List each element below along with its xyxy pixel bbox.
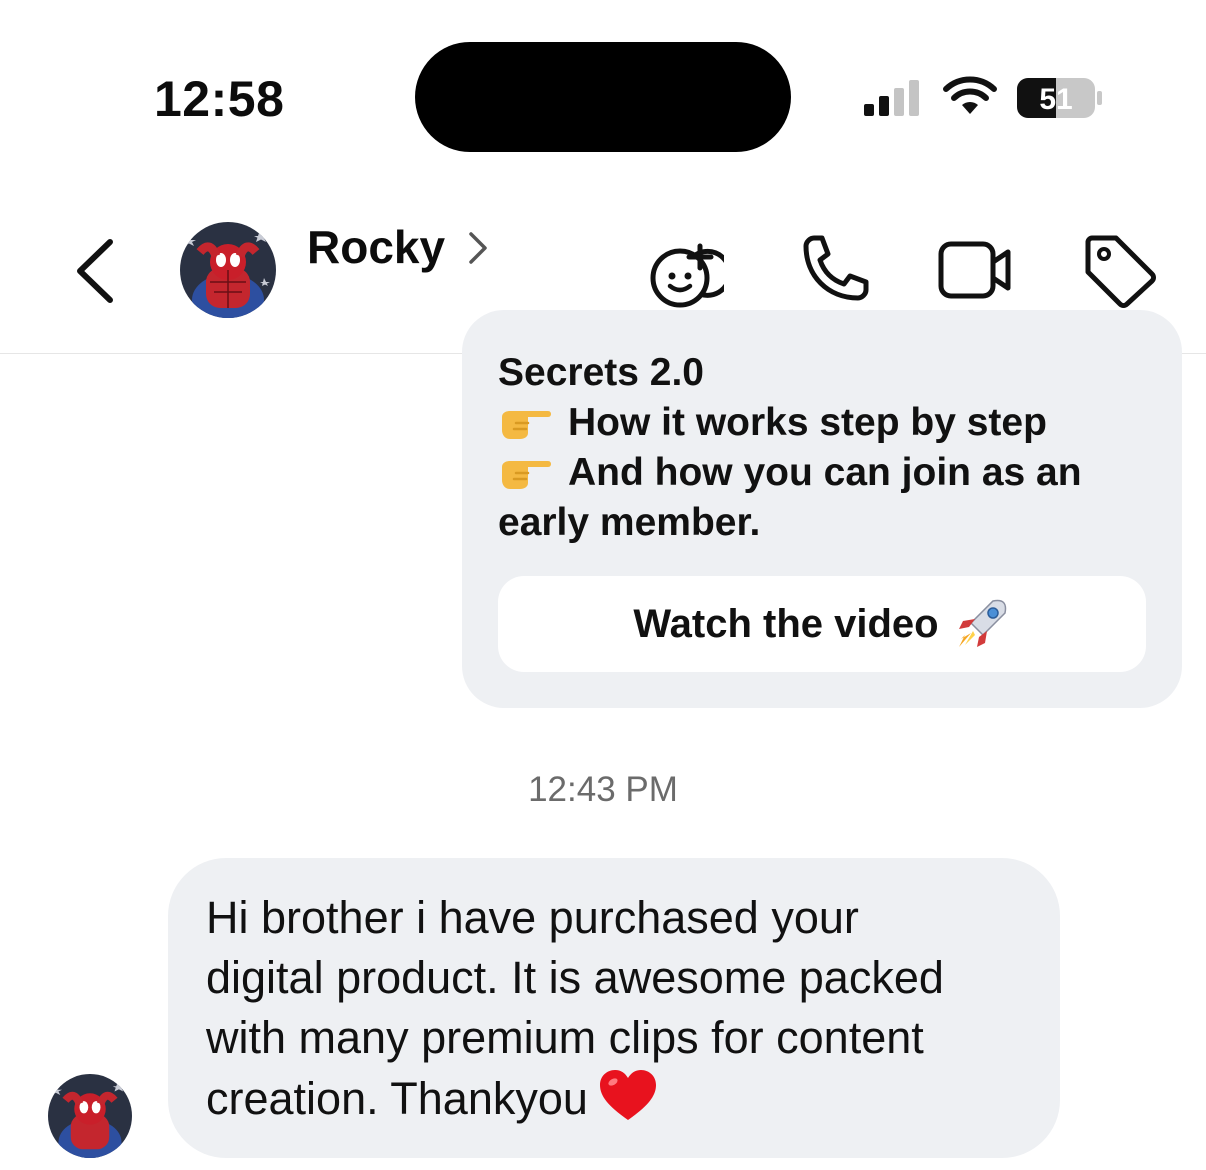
pointing-hand-icon (502, 411, 551, 439)
chevron-right-icon[interactable] (466, 230, 490, 266)
message-line: with many premium clips for content (206, 1012, 924, 1063)
watch-video-button[interactable]: Watch the video (498, 576, 1146, 672)
contact-avatar[interactable] (180, 222, 276, 318)
rocket-icon (958, 599, 1006, 647)
contact-name[interactable]: Rocky (307, 220, 445, 274)
incoming-message-text: Hi brother i have purchased your digital… (206, 888, 1046, 1129)
message-line: Secrets 2.0 (498, 351, 704, 394)
sender-avatar[interactable] (48, 1074, 132, 1158)
cellular-signal-icon (864, 80, 919, 116)
message-line: early member. (498, 501, 761, 544)
outgoing-message-text: Secrets 2.0 How it works step by step An… (498, 348, 1148, 548)
message-line: digital product. It is awesome packed (206, 952, 944, 1003)
message-timestamp: 12:43 PM (528, 770, 678, 809)
message-line: And how you can join as an (568, 451, 1082, 494)
watch-video-label: Watch the video (633, 601, 939, 646)
message-line: Hi brother i have purchased your (206, 892, 859, 943)
dm-conversation-screen: 12:58 51 Rocky Secrets 2.0 How it works … (0, 0, 1206, 1170)
phone-icon[interactable] (796, 232, 872, 308)
red-heart-icon (599, 1070, 656, 1120)
battery-indicator: 51 (1016, 77, 1104, 119)
video-camera-icon[interactable] (938, 232, 1014, 308)
message-line: How it works step by step (568, 401, 1047, 444)
tag-icon[interactable] (1080, 232, 1156, 308)
status-time: 12:58 (154, 71, 285, 127)
battery-level: 51 (1039, 83, 1072, 116)
message-line: creation. Thankyou (206, 1073, 588, 1124)
face-plus-icon[interactable] (648, 232, 724, 308)
dynamic-island (415, 42, 791, 152)
back-chevron-icon[interactable] (70, 238, 120, 304)
pointing-hand-icon (502, 461, 551, 489)
wifi-icon (943, 76, 997, 114)
